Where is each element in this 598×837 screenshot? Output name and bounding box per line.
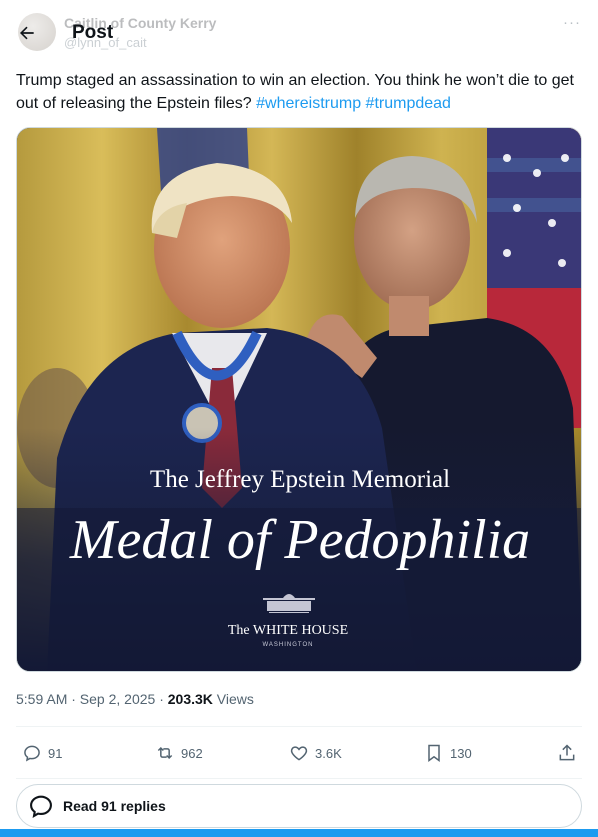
speech-bubble-icon bbox=[30, 795, 52, 818]
views-count: 203.3K bbox=[167, 691, 213, 707]
arrow-left-icon bbox=[20, 26, 34, 40]
back-button[interactable] bbox=[14, 20, 40, 46]
views-label: Views bbox=[212, 691, 254, 707]
divider bbox=[16, 726, 582, 727]
heart-icon bbox=[290, 746, 308, 761]
bookmark-icon bbox=[428, 744, 440, 762]
post-header: Caitlin of County Kerry @lynn_of_cait Po… bbox=[0, 0, 598, 64]
repost-icon bbox=[157, 746, 173, 760]
share-icon bbox=[559, 744, 575, 761]
image-caption-line2: Medal of Pedophilia bbox=[69, 509, 530, 571]
page-title: Post bbox=[72, 22, 114, 43]
post-meta: 5:59 AM · Sep 2, 2025 · 203.3K Views bbox=[16, 691, 254, 707]
repost-count: 962 bbox=[181, 745, 203, 761]
read-replies-label: Read 91 replies bbox=[63, 798, 166, 814]
more-options-button[interactable]: ··· bbox=[563, 14, 581, 31]
action-bar: 91 962 3.6K 130 bbox=[0, 737, 598, 769]
post-timestamp[interactable]: 5:59 AM · Sep 2, 2025 · bbox=[16, 691, 168, 707]
tweet-image[interactable]: The Jeffrey Epstein Memorial Medal of Pe… bbox=[16, 127, 582, 672]
reply-count: 91 bbox=[48, 745, 63, 761]
image-caption-line1: The Jeffrey Epstein Memorial bbox=[150, 466, 450, 493]
white-house-wordmark: The WHITE HOUSE bbox=[228, 623, 348, 638]
reply-button[interactable]: 91 bbox=[22, 737, 62, 769]
divider bbox=[16, 778, 582, 779]
tweet-text: Trump staged an assassination to win an … bbox=[16, 69, 582, 115]
white-house-location: WASHINGTON bbox=[262, 642, 313, 648]
bookmark-count: 130 bbox=[450, 745, 472, 761]
bookmark-button[interactable]: 130 bbox=[424, 737, 472, 769]
hashtag-link[interactable]: #trumpdead bbox=[366, 95, 451, 112]
image-illustration: The Jeffrey Epstein Memorial Medal of Pe… bbox=[17, 128, 581, 671]
like-count: 3.6K bbox=[315, 745, 342, 761]
read-replies-button[interactable]: Read 91 replies bbox=[16, 784, 582, 828]
share-button[interactable] bbox=[557, 737, 577, 769]
hashtag-link[interactable]: #whereistrump bbox=[256, 95, 361, 112]
like-button[interactable]: 3.6K bbox=[289, 737, 342, 769]
bottom-accent-bar bbox=[0, 829, 598, 837]
repost-button[interactable]: 962 bbox=[155, 737, 203, 769]
reply-icon bbox=[24, 745, 40, 762]
